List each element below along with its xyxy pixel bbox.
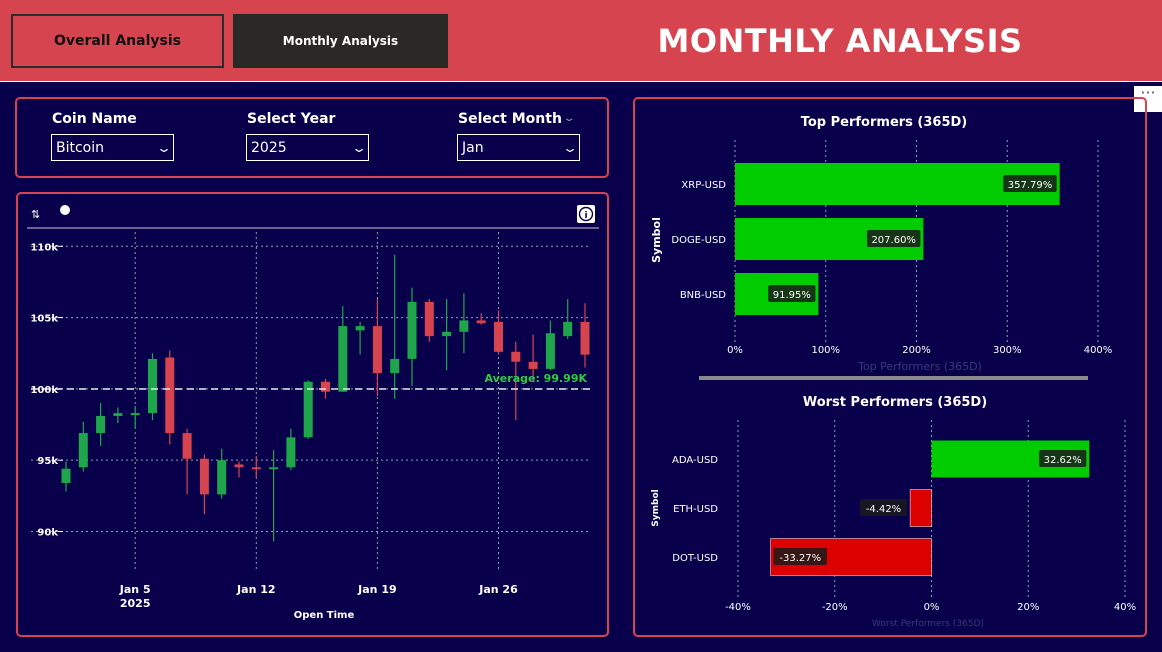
worst-performers-chart: -40% -20% 0% 20% 40% ADA-USD 32.62% ETH-USD -4.4…: [672, 420, 1136, 613]
x-tick-label: 20%: [1017, 602, 1039, 613]
x-tick-label: -20%: [822, 602, 848, 613]
performers-charts: Top Performers (365D) Symbol Top Perform…: [650, 115, 1136, 629]
worst-performers-y-title: Symbol: [651, 489, 661, 526]
category-label: DOT-USD: [672, 553, 718, 564]
data-label: 207.60%: [871, 235, 916, 246]
top-performers-y-title: Symbol: [650, 217, 663, 263]
data-label: -33.27%: [779, 553, 821, 564]
x-tick-label: 200%: [902, 345, 931, 356]
x-tick-label: 40%: [1114, 602, 1136, 613]
category-label: DOGE-USD: [671, 235, 726, 246]
category-label: ETH-USD: [673, 504, 718, 515]
data-label: 91.95%: [773, 290, 811, 301]
scroll-divider[interactable]: [699, 376, 1088, 380]
worst-performers-title: Worst Performers (365D): [803, 395, 987, 410]
x-tick-label: 300%: [993, 345, 1022, 356]
x-tick-label: 400%: [1084, 345, 1113, 356]
category-label: ADA-USD: [672, 455, 718, 466]
x-tick-label: -40%: [725, 602, 751, 613]
data-label: 32.62%: [1044, 455, 1082, 466]
bar[interactable]: [909, 489, 932, 527]
top-performers-x-title: Top Performers (365D): [857, 360, 982, 373]
worst-performers-x-title: Worst Performers (365D): [872, 619, 984, 629]
x-tick-label: 100%: [811, 345, 840, 356]
category-label: BNB-USD: [680, 290, 726, 301]
top-performers-chart: 0% 100% 200% 300% 400% XRP-USD 357.79% DOGE-USD…: [671, 140, 1112, 356]
x-tick-label: 0%: [924, 602, 940, 613]
top-performers-title: Top Performers (365D): [801, 115, 968, 130]
data-label: 357.79%: [1008, 180, 1053, 191]
x-tick-label: 0%: [727, 345, 743, 356]
data-label: -4.42%: [866, 504, 901, 515]
category-label: XRP-USD: [681, 180, 726, 191]
